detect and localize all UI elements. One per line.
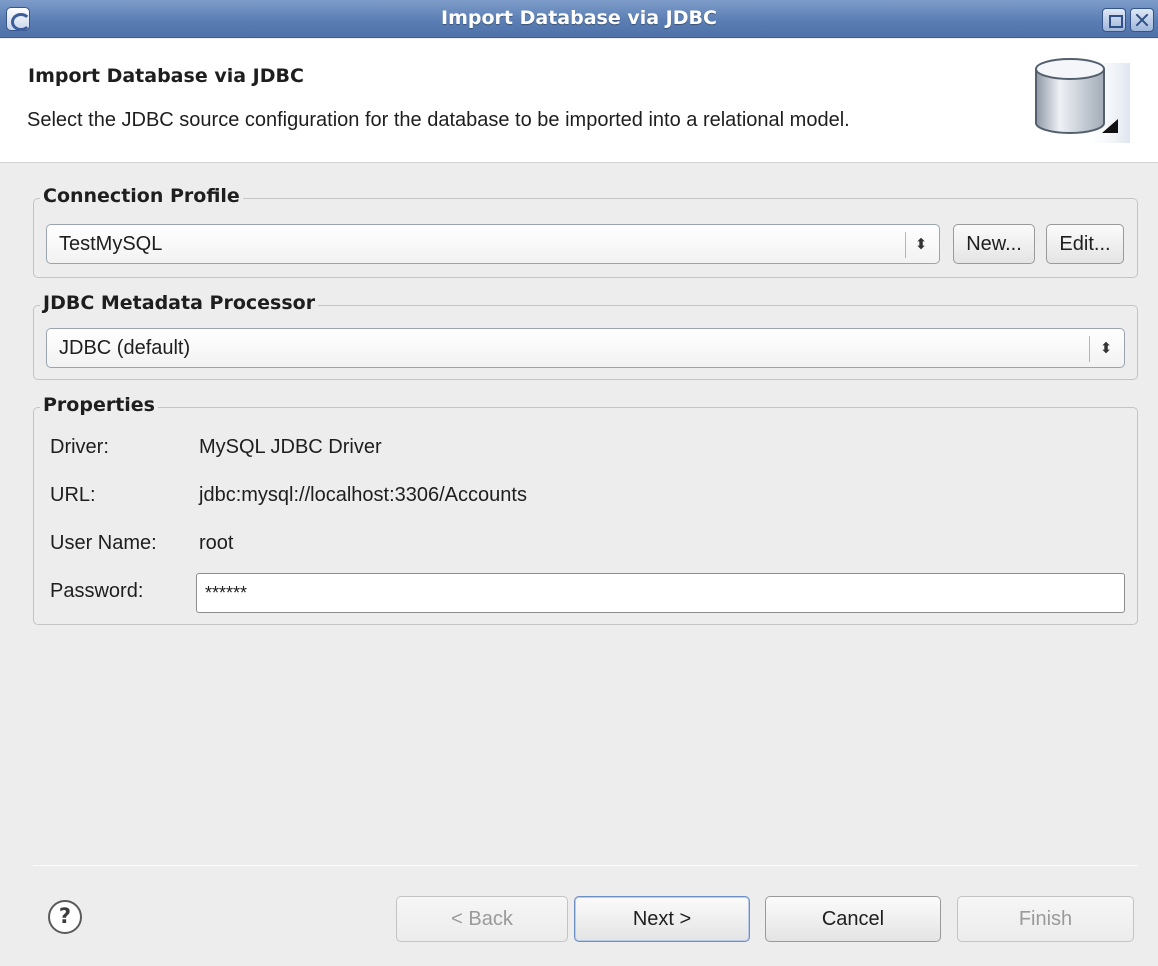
close-button[interactable] xyxy=(1130,8,1154,32)
wizard-title: Import Database via JDBC xyxy=(28,65,304,87)
next-button[interactable]: Next > xyxy=(574,896,750,942)
url-value: jdbc:mysql://localhost:3306/Accounts xyxy=(199,484,527,506)
title-bar[interactable]: Import Database via JDBC xyxy=(0,0,1158,38)
jdbc-processor-select[interactable]: JDBC (default) ⬍ xyxy=(46,328,1125,368)
finish-button[interactable]: Finish xyxy=(957,896,1134,942)
properties-group: Properties Driver: MySQL JDBC Driver URL… xyxy=(33,393,1138,625)
updown-arrows-icon: ⬍ xyxy=(1099,339,1113,357)
footer-divider xyxy=(33,865,1138,866)
user-name-value: root xyxy=(199,532,234,554)
connection-profile-value: TestMySQL xyxy=(59,233,163,255)
jdbc-processor-label: JDBC Metadata Processor xyxy=(40,291,319,315)
connection-profile-label: Connection Profile xyxy=(40,184,243,208)
driver-value: MySQL JDBC Driver xyxy=(199,436,382,458)
password-field[interactable]: ****** xyxy=(196,573,1125,613)
database-icon xyxy=(1035,58,1130,143)
url-label: URL: xyxy=(50,484,96,506)
user-name-label: User Name: xyxy=(50,532,157,554)
updown-arrows-icon: ⬍ xyxy=(914,235,928,253)
edit-profile-button[interactable]: Edit... xyxy=(1046,224,1124,264)
maximize-button[interactable] xyxy=(1102,8,1126,32)
window-title: Import Database via JDBC xyxy=(441,7,717,29)
new-profile-button[interactable]: New... xyxy=(953,224,1035,264)
jdbc-processor-group: JDBC Metadata Processor JDBC (default) ⬍ xyxy=(33,291,1138,380)
properties-label: Properties xyxy=(40,393,158,417)
import-jdbc-dialog: Import Database via JDBC Import Database… xyxy=(0,0,1158,966)
back-button[interactable]: < Back xyxy=(396,896,568,942)
wizard-description: Select the JDBC source configuration for… xyxy=(27,109,850,131)
jdbc-processor-value: JDBC (default) xyxy=(59,337,191,359)
wizard-header: Import Database via JDBC Select the JDBC… xyxy=(0,39,1158,163)
cancel-button[interactable]: Cancel xyxy=(765,896,941,942)
connection-profile-select[interactable]: TestMySQL ⬍ xyxy=(46,224,940,264)
help-icon[interactable]: ? xyxy=(48,900,82,934)
connection-profile-group: Connection Profile TestMySQL ⬍ New... Ed… xyxy=(33,184,1138,278)
driver-label: Driver: xyxy=(50,436,109,458)
password-label: Password: xyxy=(50,580,144,602)
